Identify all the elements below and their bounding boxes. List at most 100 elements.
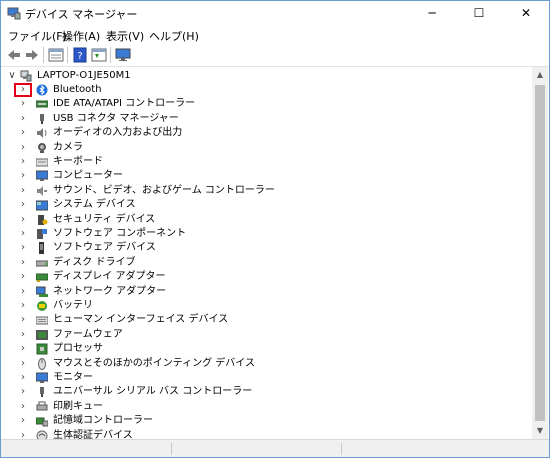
tree-category-display-adapter[interactable]: › ディスプレイ アダプター xyxy=(1,270,531,284)
tree-category-mouse[interactable]: › マウスとそのほかのポインティング デバイス xyxy=(1,357,531,371)
keyboard-icon xyxy=(35,156,49,168)
tree-item-label: ディスプレイ アダプター xyxy=(53,271,166,283)
expand-chevron-icon[interactable]: › xyxy=(17,429,29,439)
expand-chevron-icon[interactable]: › xyxy=(17,141,29,155)
tree-item-label: ソフトウェア コンポーネント xyxy=(53,228,187,239)
details-icon[interactable] xyxy=(91,47,107,63)
tree-category-computer-monitor[interactable]: › コンピューター xyxy=(1,169,531,183)
expand-chevron-icon[interactable]: › xyxy=(17,270,29,284)
monitor-icon[interactable] xyxy=(115,47,131,63)
tree-category-speaker[interactable]: › オーディオの入力および出力 xyxy=(1,126,531,140)
expand-chevron-icon[interactable]: › xyxy=(17,285,29,299)
expand-chevron-icon[interactable]: › xyxy=(17,357,29,371)
expand-chevron-icon[interactable]: › xyxy=(17,400,29,414)
expand-chevron-icon[interactable]: › xyxy=(17,342,29,356)
tree-category-monitor[interactable]: › モニター xyxy=(1,371,531,385)
network-adapter-icon xyxy=(35,286,48,298)
tree-category-security-device[interactable]: › セキュリティ デバイス xyxy=(1,213,531,227)
forward-arrow-icon[interactable] xyxy=(24,47,40,63)
device-manager-window: デバイス マネージャー ─ ☐ ✕ ファイル(F) 操作(A) 表示(V) ヘル… xyxy=(0,0,550,458)
expand-chevron-icon[interactable]: › xyxy=(17,213,29,227)
battery-icon xyxy=(36,300,48,312)
system-device-icon xyxy=(35,199,49,211)
toolbar-separator xyxy=(67,47,68,63)
tree-category-network-adapter[interactable]: › ネットワーク アダプター xyxy=(1,285,531,299)
tree-item-label: セキュリティ デバイス xyxy=(53,213,156,225)
title-bar[interactable]: デバイス マネージャー ─ ☐ ✕ xyxy=(1,1,549,25)
help-icon[interactable]: ? xyxy=(72,47,88,63)
toolbar-separator xyxy=(43,47,44,63)
tree-category-processor[interactable]: › プロセッサ xyxy=(1,342,531,356)
menu-file[interactable]: ファイル(F) xyxy=(8,28,67,44)
tree-category-biometric[interactable]: › 生体認証デバイス xyxy=(1,429,531,439)
tree-root[interactable]: ∨ LAPTOP-O1JE50M1 xyxy=(1,69,531,83)
tree-item-label: USB コネクタ マネージャー xyxy=(53,112,179,124)
expand-chevron-icon[interactable]: › xyxy=(17,328,29,342)
tree-category-firmware[interactable]: › ファームウェア xyxy=(1,328,531,342)
expand-chevron-icon[interactable]: › xyxy=(17,169,29,183)
tree-item-label: ネットワーク アダプター xyxy=(53,285,167,297)
scroll-up-arrow-icon[interactable]: ▲ xyxy=(532,67,548,83)
expand-chevron-icon[interactable]: › xyxy=(17,313,29,327)
tree-category-keyboard[interactable]: › キーボード xyxy=(1,155,531,169)
tree-category-disk-drive[interactable]: › ディスク ドライブ xyxy=(1,256,531,270)
tree-category-storage-controller[interactable]: › 記憶域コントローラー xyxy=(1,414,531,428)
tree-item-label: Bluetooth xyxy=(53,84,102,95)
tree-category-ide-controller[interactable]: › IDE ATA/ATAPI コントローラー xyxy=(1,97,531,111)
expand-chevron-icon[interactable]: › xyxy=(17,155,29,169)
menu-help[interactable]: ヘルプ(H) xyxy=(149,28,199,44)
tree-category-system-device[interactable]: › システム デバイス xyxy=(1,198,531,212)
minimize-button[interactable]: ─ xyxy=(409,1,455,25)
close-button[interactable]: ✕ xyxy=(503,1,549,25)
expand-chevron-icon[interactable]: › xyxy=(17,97,29,111)
mouse-icon xyxy=(36,357,48,370)
bluetooth-icon xyxy=(36,84,48,96)
tree-item-label: ユニバーサル シリアル バス コントローラー xyxy=(53,386,253,398)
scroll-thumb[interactable] xyxy=(535,85,545,421)
tree-category-software-device[interactable]: › ソフトウェア デバイス xyxy=(1,241,531,255)
tree-item-label: IDE ATA/ATAPI コントローラー xyxy=(53,98,196,110)
tree-item-label: システム デバイス xyxy=(53,199,136,211)
tree-category-bluetooth[interactable]: › Bluetooth xyxy=(1,83,531,97)
expand-chevron-icon[interactable]: › xyxy=(17,241,29,255)
back-arrow-icon[interactable] xyxy=(6,47,22,63)
usb-connector-icon xyxy=(36,113,48,125)
software-device-icon xyxy=(36,242,48,255)
tree-category-software-component[interactable]: › ソフトウェア コンポーネント xyxy=(1,227,531,241)
tree-category-battery[interactable]: › バッテリ xyxy=(1,299,531,313)
processor-icon xyxy=(36,343,48,355)
expand-chevron-icon[interactable]: › xyxy=(17,299,29,313)
expand-chevron-icon[interactable]: › xyxy=(17,385,29,399)
tree-category-usb-connector[interactable]: › USB コネクタ マネージャー xyxy=(1,112,531,126)
tree-category-usb-controller[interactable]: › ユニバーサル シリアル バス コントローラー xyxy=(1,385,531,399)
disk-drive-icon xyxy=(35,257,49,269)
window-title: デバイス マネージャー xyxy=(25,8,138,21)
properties-icon[interactable] xyxy=(48,47,64,63)
maximize-button[interactable]: ☐ xyxy=(456,1,502,25)
menu-action[interactable]: 操作(A) xyxy=(62,28,100,44)
expand-chevron-icon[interactable]: › xyxy=(17,126,29,140)
toolbar: ? xyxy=(1,44,549,67)
expand-chevron-icon[interactable]: › xyxy=(17,112,29,126)
menu-view[interactable]: 表示(V) xyxy=(106,28,144,44)
expand-chevron-icon[interactable]: › xyxy=(17,198,29,212)
tree-category-sound[interactable]: › サウンド、ビデオ、およびゲーム コントローラー xyxy=(1,184,531,198)
expand-chevron-icon[interactable]: › xyxy=(17,227,29,241)
collapse-chevron-icon[interactable]: ∨ xyxy=(6,69,18,83)
tree-category-hid[interactable]: › ヒューマン インターフェイス デバイス xyxy=(1,313,531,327)
expand-chevron-icon[interactable]: › xyxy=(17,184,29,198)
security-device-icon xyxy=(36,214,48,226)
tree-category-camera[interactable]: › カメラ xyxy=(1,141,531,155)
expand-chevron-icon[interactable]: › xyxy=(17,83,29,97)
expand-chevron-icon[interactable]: › xyxy=(17,414,29,428)
vertical-scrollbar[interactable]: ▲ ▼ xyxy=(532,67,548,439)
expand-chevron-icon[interactable]: › xyxy=(17,371,29,385)
status-segment xyxy=(1,443,172,455)
expand-chevron-icon[interactable]: › xyxy=(17,256,29,270)
scroll-down-arrow-icon[interactable]: ▼ xyxy=(532,423,548,439)
device-manager-app-icon xyxy=(7,6,21,20)
tree-item-label: ソフトウェア デバイス xyxy=(53,242,156,254)
tree-category-print-queue[interactable]: › 印刷キュー xyxy=(1,400,531,414)
tree-item-label: オーディオの入力および出力 xyxy=(53,127,183,139)
speaker-icon xyxy=(36,127,48,139)
